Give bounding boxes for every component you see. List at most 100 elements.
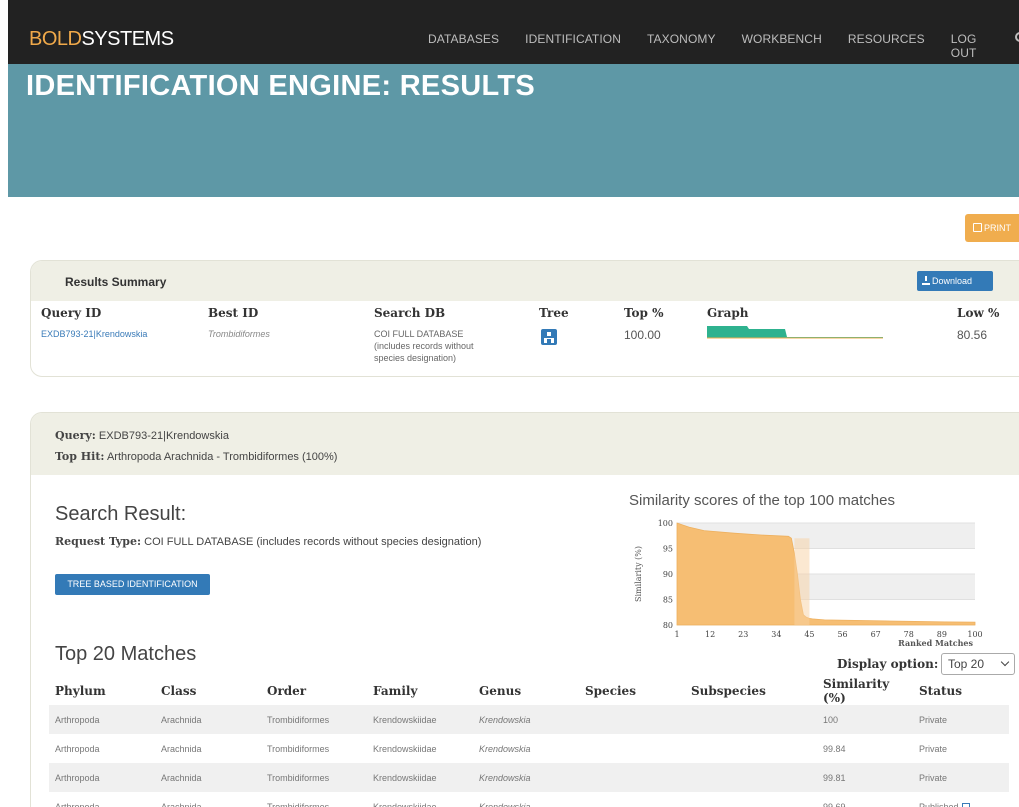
drop-shading	[794, 538, 810, 625]
tree-based-identification-button[interactable]: TREE BASED IDENTIFICATION	[55, 574, 210, 595]
chevron-down-icon	[1000, 657, 1010, 667]
main-nav: DATABASES IDENTIFICATION TAXONOMY WORKBE…	[428, 32, 1019, 60]
x-tick-label: 1	[674, 630, 679, 639]
display-option-label: Display option:	[837, 657, 939, 671]
cell-phylum: Arthropoda	[49, 705, 155, 734]
table-row[interactable]: Arthropoda Arachnida Trombidiformes Krendow…	[49, 763, 1009, 792]
similarity-sparkline	[707, 326, 883, 339]
cell-genus: Krendowskia	[479, 743, 531, 754]
display-option-value: Top 20	[948, 657, 985, 671]
query-id-link[interactable]: EXDB793-21|Krendowskia	[41, 329, 147, 339]
cell-status: Private	[913, 705, 1009, 734]
cell-species	[579, 734, 685, 763]
y-tick-label: 100	[658, 519, 673, 528]
header-graph: Graph	[707, 306, 749, 320]
x-tick-label: 45	[804, 630, 814, 639]
header-low-percent: Low %	[957, 306, 1000, 320]
cell-species	[579, 792, 685, 807]
request-type: Request Type: COI FULL DATABASE (include…	[55, 535, 481, 548]
cell-similarity: 99.84	[823, 743, 846, 754]
chart-title: Similarity scores of the top 100 matches	[629, 492, 895, 509]
cell-status: Private	[913, 763, 1009, 792]
cell-order: Trombidiformes	[261, 705, 367, 734]
x-tick-label: 67	[871, 630, 881, 639]
table-row[interactable]: Arthropoda Arachnida Trombidiformes Krendow…	[49, 734, 1009, 763]
top-hit-line: Top Hit: Arthropoda Arachnida - Trombidi…	[55, 450, 337, 463]
cell-phylum: Arthropoda	[55, 801, 100, 807]
column-header-similarity[interactable]: Similarity (%)	[817, 677, 913, 705]
tree-icon[interactable]	[541, 329, 557, 345]
x-tick-label: 34	[771, 630, 781, 639]
display-option-select[interactable]: Top 20	[941, 653, 1015, 675]
sparkline-fill	[707, 326, 883, 338]
column-header-order[interactable]: Order	[261, 677, 367, 705]
request-type-label: Request Type:	[55, 535, 142, 548]
best-id-value: Trombidiformes	[208, 329, 270, 339]
y-tick-label: 85	[663, 596, 673, 605]
download-icon	[922, 276, 930, 285]
search-db-value: COI FULL DATABASE (includes records with…	[374, 328, 474, 364]
column-header-subspecies[interactable]: Subspecies	[685, 677, 817, 705]
x-axis-label: Ranked Matches	[898, 638, 973, 648]
cell-subspecies	[685, 734, 817, 763]
boldsystems-logo[interactable]: BOLDSYSTEMS	[29, 28, 174, 51]
download-button[interactable]: Download	[917, 271, 993, 291]
column-header-phylum[interactable]: Phylum	[49, 677, 155, 705]
cell-subspecies	[685, 705, 817, 734]
cell-class: Arachnida	[155, 705, 261, 734]
table-row[interactable]: Arthropoda Arachnida Trombidiformes Krendow…	[49, 792, 1009, 807]
table-row[interactable]: Arthropoda Arachnida Trombidiformes Krendow…	[49, 705, 1009, 734]
cell-subspecies	[685, 763, 817, 792]
cell-class: Arachnida	[155, 763, 261, 792]
header-search-db: Search DB	[374, 306, 446, 320]
request-type-value: COI FULL DATABASE (includes records with…	[144, 536, 482, 548]
column-header-class[interactable]: Class	[155, 677, 261, 705]
search-db-line-3: species designation)	[374, 353, 457, 363]
nav-item-taxonomy[interactable]: TAXONOMY	[647, 32, 716, 60]
logo-bold-text: BOLD	[29, 28, 82, 50]
cell-family: Krendowskiidae	[373, 743, 437, 754]
cell-status: Published	[913, 792, 1009, 807]
cell-order: Trombidiformes	[267, 743, 330, 754]
matches-body: Arthropoda Arachnida Trombidiformes Krendow…	[49, 705, 1009, 807]
query-header: Query: EXDB793-21|Krendowskia Top Hit: A…	[31, 413, 1019, 475]
x-tick-label: 56	[837, 630, 847, 639]
column-header-status[interactable]: Status	[913, 677, 1009, 705]
external-link-icon[interactable]	[961, 802, 970, 807]
header-tree: Tree	[539, 306, 569, 320]
query-result-panel: Query: EXDB793-21|Krendowskia Top Hit: A…	[30, 412, 1019, 807]
y-tick-label: 95	[663, 545, 673, 554]
nav-item-databases[interactable]: DATABASES	[428, 32, 499, 60]
nav-item-identification[interactable]: IDENTIFICATION	[525, 32, 621, 60]
cell-family: Krendowskiidae	[367, 705, 473, 734]
header-top-percent: Top %	[624, 306, 664, 320]
search-icon[interactable]	[1012, 29, 1019, 45]
results-summary-header: Results Summary Download	[31, 261, 1019, 301]
nav-item-resources[interactable]: RESOURCES	[848, 32, 925, 60]
download-label: Download	[932, 276, 973, 286]
print-label: PRINT	[984, 223, 1011, 233]
column-header-genus[interactable]: Genus	[473, 677, 579, 705]
print-button[interactable]: PRINT	[965, 214, 1019, 242]
cell-genus: Krendowskia	[479, 801, 531, 807]
nav-item-workbench[interactable]: WORKBENCH	[742, 32, 822, 60]
cell-similarity: 100	[817, 705, 913, 734]
cell-class: Arachnida	[161, 743, 202, 754]
page-banner: IDENTIFICATION ENGINE: RESULTS	[8, 64, 1019, 197]
cell-status: Private	[919, 743, 948, 754]
cell-class: Arachnida	[161, 801, 202, 807]
nav-item-logout[interactable]: LOG OUT	[951, 32, 993, 60]
cell-similarity: 99.81	[817, 763, 913, 792]
cell-genus: Krendowskia	[473, 763, 579, 792]
y-axis-label: Similarity (%)	[634, 546, 643, 602]
column-header-family[interactable]: Family	[367, 677, 473, 705]
column-header-species[interactable]: Species	[579, 677, 685, 705]
header-query-id: Query ID	[41, 306, 102, 320]
page-title: IDENTIFICATION ENGINE: RESULTS	[26, 70, 535, 102]
search-db-line-1: COI FULL DATABASE	[374, 329, 464, 339]
cell-similarity: 99.69	[823, 801, 846, 807]
cell-phylum: Arthropoda	[55, 743, 100, 754]
top-hit-value: Arthropoda Arachnida - Trombidiformes (1…	[106, 451, 338, 463]
x-tick-label: 23	[738, 630, 748, 639]
top-hit-label: Top Hit:	[55, 450, 105, 463]
